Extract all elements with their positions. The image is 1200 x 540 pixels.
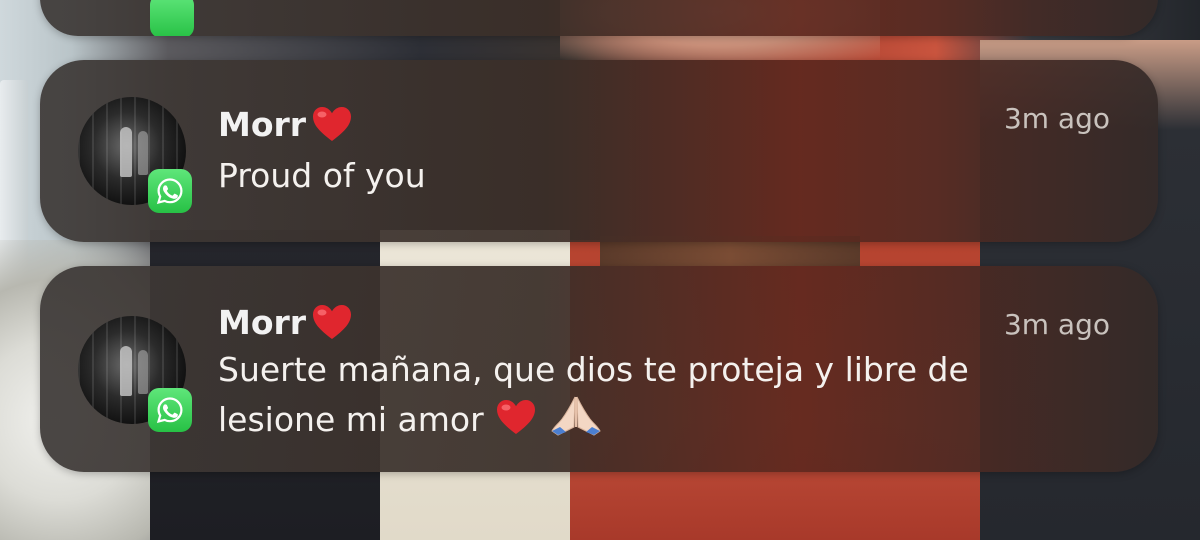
lock-screen: Morr 3m ago Proud of you Morr 3m ago Sue… [0, 0, 1200, 540]
folded-hands-icon [551, 396, 601, 436]
whatsapp-icon [150, 0, 194, 36]
sender-name-text: Morr [218, 302, 307, 342]
message-line: Proud of you [218, 156, 426, 195]
timestamp: 3m ago [1003, 102, 1110, 135]
contact-avatar [78, 316, 192, 432]
contact-avatar [78, 97, 192, 213]
whatsapp-icon [148, 388, 192, 432]
red-heart-icon [497, 400, 536, 434]
notification-partial[interactable] [40, 0, 1158, 36]
sender-name: Morr [218, 302, 354, 342]
message-line-with-emoji: lesione mi amor [218, 393, 1078, 443]
red-heart-icon [313, 107, 352, 141]
notification-card[interactable]: Morr 3m ago Proud of you [40, 60, 1158, 242]
sender-name-text: Morr [218, 104, 307, 144]
message-body: Suerte mañana, que dios te proteja y lib… [218, 346, 1078, 443]
message-line-text: lesione mi amor [218, 400, 484, 439]
red-heart-icon [313, 305, 352, 339]
notification-card[interactable]: Morr 3m ago Suerte mañana, que dios te p… [40, 266, 1158, 472]
message-body: Proud of you [218, 152, 1078, 199]
timestamp: 3m ago [1003, 308, 1110, 341]
sender-name: Morr [218, 104, 354, 144]
whatsapp-icon [148, 169, 192, 213]
message-line: Suerte mañana, que dios te proteja y lib… [218, 350, 969, 389]
